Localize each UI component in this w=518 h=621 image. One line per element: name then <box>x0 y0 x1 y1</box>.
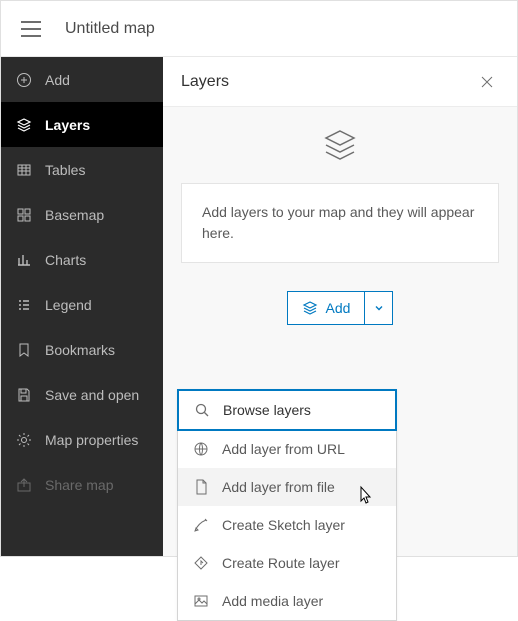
gear-icon <box>15 431 33 449</box>
table-icon <box>15 161 33 179</box>
sidebar-item-share-map: Share map <box>1 462 163 507</box>
dropdown-item-add-media[interactable]: Add media layer <box>178 582 396 620</box>
layers-empty-icon <box>181 125 499 165</box>
image-icon <box>192 592 210 610</box>
add-layer-dropdown-toggle[interactable] <box>364 292 392 324</box>
bookmark-icon <box>15 341 33 359</box>
sidebar-item-legend[interactable]: Legend <box>1 282 163 327</box>
layers-icon <box>15 116 33 134</box>
sidebar-item-label: Tables <box>45 162 85 178</box>
save-icon <box>15 386 33 404</box>
layers-icon <box>302 300 318 316</box>
sidebar-item-label: Charts <box>45 252 86 268</box>
dropdown-item-label: Browse layers <box>223 402 311 418</box>
top-bar: Untitled map <box>1 1 517 57</box>
add-layer-dropdown-menu: Browse layers Add layer from URL Add lay… <box>177 389 397 621</box>
dropdown-item-label: Add layer from file <box>222 479 335 495</box>
file-icon <box>192 478 210 496</box>
add-layer-split-button: Add <box>181 291 499 325</box>
panel-title: Layers <box>181 73 229 91</box>
panel-header: Layers <box>163 57 517 107</box>
pencil-icon <box>192 516 210 534</box>
sidebar-item-label: Layers <box>45 117 90 133</box>
add-layer-button[interactable]: Add <box>288 292 365 324</box>
share-icon <box>15 476 33 494</box>
sidebar-item-tables[interactable]: Tables <box>1 147 163 192</box>
legend-icon <box>15 296 33 314</box>
sidebar-item-label: Save and open <box>45 387 139 403</box>
left-sidebar: Add Layers Tables Basemap Charts <box>1 57 163 556</box>
add-button-label: Add <box>326 300 351 316</box>
sidebar-item-charts[interactable]: Charts <box>1 237 163 282</box>
dropdown-item-create-sketch[interactable]: Create Sketch layer <box>178 506 396 544</box>
layers-panel: Layers Add layers to your map and they w… <box>163 57 517 556</box>
empty-state-message: Add layers to your map and they will app… <box>181 183 499 263</box>
app-title: Untitled map <box>65 20 155 38</box>
sidebar-item-label: Bookmarks <box>45 342 115 358</box>
sidebar-item-layers[interactable]: Layers <box>1 102 163 147</box>
sidebar-item-basemap[interactable]: Basemap <box>1 192 163 237</box>
dropdown-item-label: Create Sketch layer <box>222 517 345 533</box>
basemap-icon <box>15 206 33 224</box>
dropdown-item-create-route[interactable]: Create Route layer <box>178 544 396 582</box>
plus-circle-icon <box>15 71 33 89</box>
sidebar-item-label: Add <box>45 72 70 88</box>
dropdown-item-label: Add layer from URL <box>222 441 345 457</box>
globe-icon <box>192 440 210 458</box>
sidebar-item-label: Legend <box>45 297 92 313</box>
dropdown-item-add-from-file[interactable]: Add layer from file <box>178 468 396 506</box>
dropdown-item-label: Add media layer <box>222 593 323 609</box>
sidebar-item-map-properties[interactable]: Map properties <box>1 417 163 462</box>
sidebar-item-label: Share map <box>45 477 113 493</box>
search-icon <box>193 401 211 419</box>
sidebar-item-bookmarks[interactable]: Bookmarks <box>1 327 163 372</box>
sidebar-item-add[interactable]: Add <box>1 57 163 102</box>
sidebar-item-label: Basemap <box>45 207 104 223</box>
dropdown-item-browse-layers[interactable]: Browse layers <box>177 389 397 431</box>
close-panel-button[interactable] <box>475 70 499 94</box>
dropdown-item-add-from-url[interactable]: Add layer from URL <box>178 430 396 468</box>
panel-body: Add layers to your map and they will app… <box>163 107 517 556</box>
sidebar-item-save-and-open[interactable]: Save and open <box>1 372 163 417</box>
hamburger-menu-button[interactable] <box>11 9 51 49</box>
charts-icon <box>15 251 33 269</box>
dropdown-item-label: Create Route layer <box>222 555 340 571</box>
sidebar-item-label: Map properties <box>45 432 138 448</box>
